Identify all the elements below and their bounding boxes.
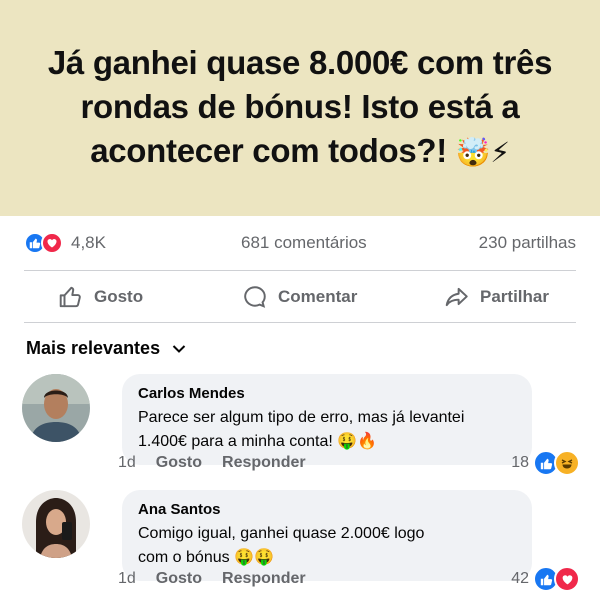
share-label: Partilhar — [480, 287, 549, 306]
post-image-banner: Já ganhei quase 8.000€ com três rondas d… — [0, 0, 600, 216]
comment-bubble: Carlos Mendes Parece ser algum tipo de e… — [122, 374, 532, 465]
comment-text-line-1: Comigo igual, ganhei quase 2.000€ logo — [138, 525, 425, 542]
comment-reaction-count: 18 — [511, 454, 529, 471]
comment-meta: 1d Gosto Responder — [118, 570, 326, 588]
post-actions: Gosto Comentar Partilhar — [0, 276, 600, 318]
comment-bubble: Ana Santos Comigo igual, ganhei quase 2.… — [122, 490, 532, 581]
banner-line-1: Já ganhei quase 8.000€ com três — [47, 44, 553, 81]
chevron-down-icon — [172, 344, 186, 353]
comment-text-line-2: 1.400€ para a minha conta! 🤑🔥 — [138, 433, 378, 450]
comment-reactions[interactable]: 18 — [511, 450, 580, 476]
love-icon — [554, 566, 580, 592]
banner-headline: Já ganhei quase 8.000€ com três rondas d… — [47, 41, 553, 175]
avatar[interactable] — [22, 490, 90, 558]
comment-time[interactable]: 1d — [118, 570, 136, 588]
banner-emoji: 🤯⚡ — [455, 136, 510, 169]
comment-meta: 1d Gosto Responder — [118, 454, 326, 472]
comment-sort-dropdown[interactable]: Mais relevantes — [26, 338, 186, 359]
post-stats-bar: 4,8K 681 comentários 230 partilhas — [24, 228, 576, 258]
like-label: Gosto — [94, 287, 144, 306]
comment-author[interactable]: Carlos Mendes — [138, 384, 516, 404]
like-button[interactable]: Gosto — [58, 276, 143, 318]
comment-text-line-1: Parece ser algum tipo de erro, mas já le… — [138, 409, 465, 426]
comment-reply-button[interactable]: Responder — [222, 570, 306, 588]
comment-time[interactable]: 1d — [118, 454, 136, 472]
comment-reaction-count: 42 — [511, 570, 529, 587]
sort-label: Mais relevantes — [26, 338, 161, 358]
comment-author[interactable]: Ana Santos — [138, 500, 516, 520]
comment-text-line-2: com o bónus 🤑🤑 — [138, 549, 274, 566]
banner-line-2: rondas de bónus! Isto está a — [80, 88, 520, 125]
comment-item: Carlos Mendes Parece ser algum tipo de e… — [22, 374, 580, 476]
divider — [24, 322, 576, 323]
comment-reactions[interactable]: 42 — [511, 566, 580, 592]
love-icon — [41, 232, 63, 254]
divider — [24, 270, 576, 271]
reaction-summary[interactable]: 4,8K — [24, 232, 106, 254]
comment-item: Ana Santos Comigo igual, ganhei quase 2.… — [22, 490, 580, 594]
comment-label: Comentar — [278, 287, 358, 306]
reaction-count: 4,8K — [71, 233, 106, 252]
comment-bubble-icon — [244, 286, 266, 308]
comment-like-button[interactable]: Gosto — [156, 570, 202, 588]
thumbs-up-icon — [59, 286, 81, 308]
comment-button[interactable]: Comentar — [242, 276, 357, 318]
comment-reply-button[interactable]: Responder — [222, 454, 306, 472]
share-button[interactable]: Partilhar — [444, 276, 549, 318]
comment-count-link[interactable]: 681 comentários — [241, 233, 367, 253]
comment-like-button[interactable]: Gosto — [156, 454, 202, 472]
share-arrow-icon — [445, 287, 468, 307]
banner-line-3: acontecer com todos?! — [90, 132, 447, 169]
share-count-link[interactable]: 230 partilhas — [479, 233, 576, 253]
avatar[interactable] — [22, 374, 90, 442]
haha-icon — [554, 450, 580, 476]
